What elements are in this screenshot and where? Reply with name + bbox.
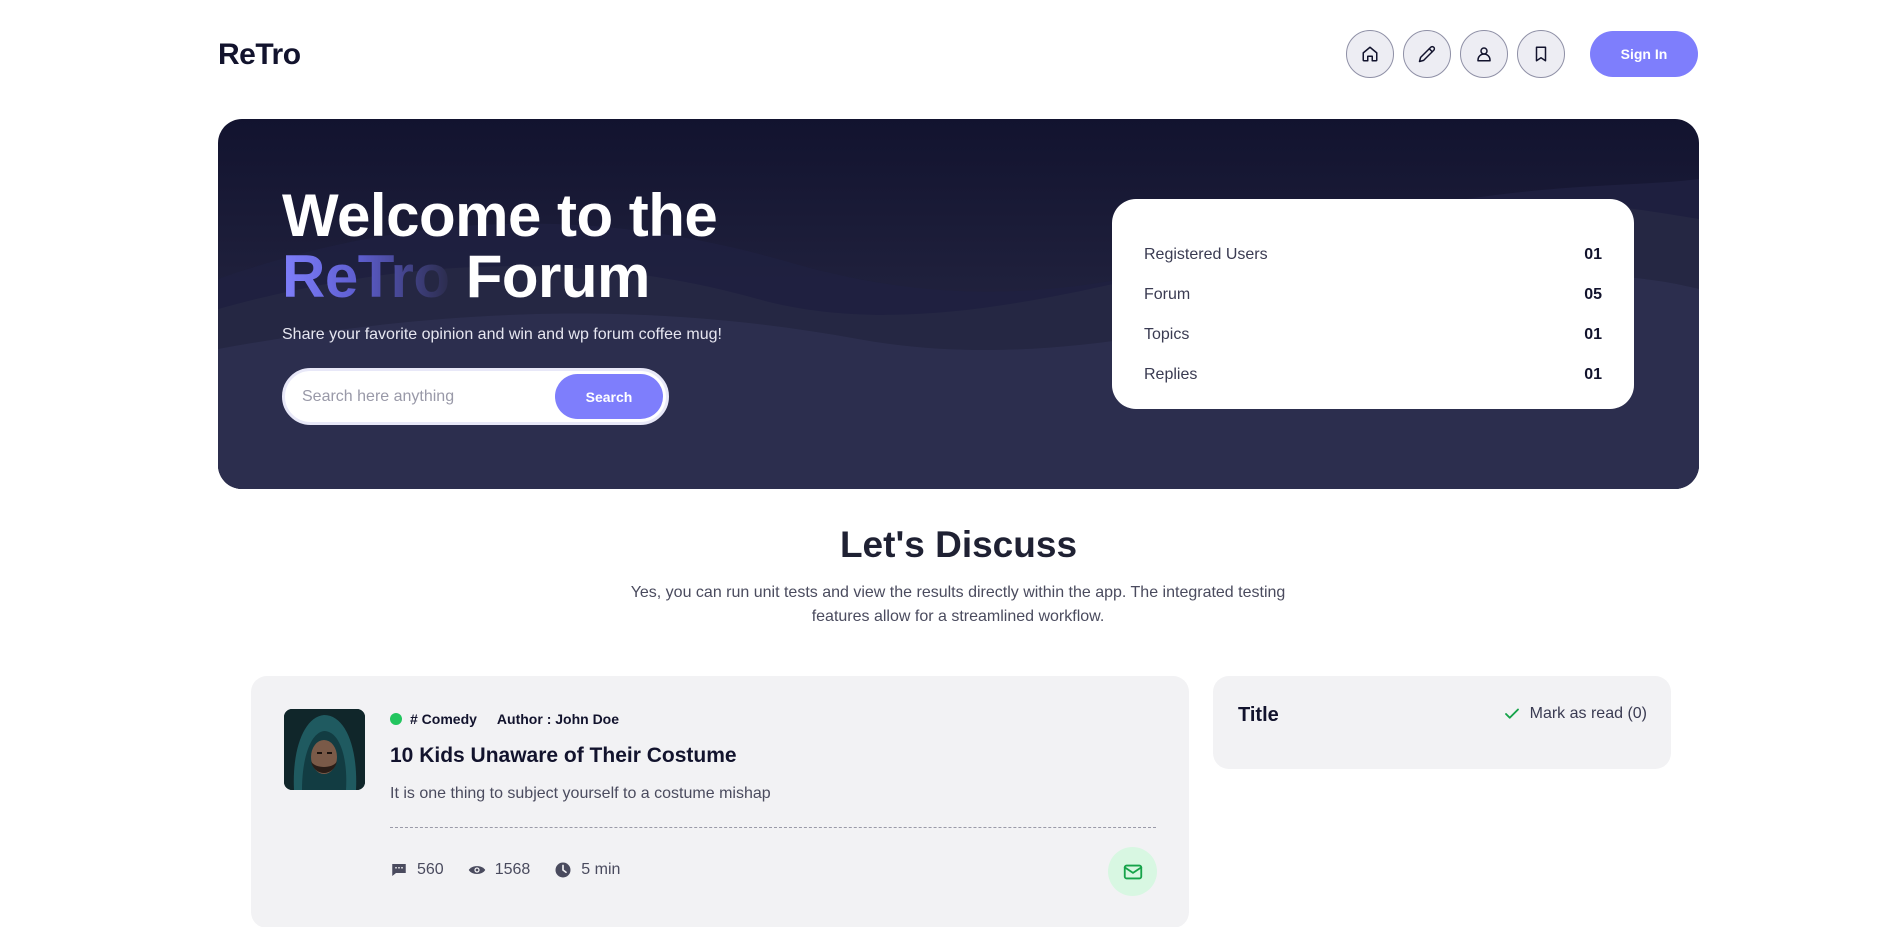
section-description: Yes, you can run unit tests and view the…	[630, 584, 1286, 625]
read-status-card: Title Mark as read (0)	[1213, 676, 1671, 769]
stat-label: Forum	[1144, 286, 1191, 303]
post-card[interactable]: # Comedy Author : John Doe 10 Kids Unawa…	[251, 676, 1189, 927]
search-input[interactable]	[302, 385, 542, 409]
write-button[interactable]	[1403, 30, 1451, 78]
post-stats: 560 1568 5 min	[390, 861, 644, 879]
page: ReTro Sign In Welcome to the ReTro Forum…	[0, 0, 1903, 927]
stat-row-registered-users: Registered Users 01	[1144, 235, 1602, 275]
view-count: 1568	[468, 861, 531, 879]
logo[interactable]: ReTro	[218, 38, 301, 72]
post-divider	[390, 827, 1156, 828]
online-status-dot	[390, 713, 402, 725]
bookmarks-button[interactable]	[1517, 30, 1565, 78]
stat-row-forum: Forum 05	[1144, 275, 1602, 315]
stat-value: 05	[1584, 286, 1602, 303]
mark-as-read-label: Mark as read (0)	[1529, 705, 1647, 722]
hero-title-rest: Forum	[465, 243, 651, 310]
header: ReTro Sign In	[218, 30, 1698, 78]
post-excerpt: It is one thing to subject yourself to a…	[390, 785, 771, 802]
check-icon	[1504, 708, 1519, 719]
hero-subtitle: Share your favorite opinion and win and …	[282, 326, 722, 343]
pencil-icon	[1418, 45, 1436, 63]
hero-title-line1: Welcome to the	[282, 182, 718, 249]
stat-value: 01	[1584, 246, 1602, 263]
comment-count: 560	[390, 861, 444, 879]
stat-value: 01	[1584, 326, 1602, 343]
stat-row-replies: Replies 01	[1144, 355, 1602, 395]
stat-row-topics: Topics 01	[1144, 315, 1602, 355]
stat-label: Replies	[1144, 366, 1198, 383]
side-card-title: Title	[1238, 704, 1279, 726]
message-button[interactable]	[1108, 847, 1157, 896]
post-author[interactable]: Author : John Doe	[497, 711, 619, 727]
bookmark-icon	[1535, 46, 1547, 62]
sign-in-button[interactable]: Sign In	[1590, 31, 1698, 77]
stat-label: Registered Users	[1144, 246, 1268, 263]
read-time: 5 min	[554, 861, 620, 879]
eye-icon	[468, 866, 485, 874]
search-box: Search	[282, 368, 669, 425]
post-category[interactable]: # Comedy	[410, 711, 477, 727]
hero-banner: Welcome to the ReTro Forum Share your fa…	[218, 119, 1699, 489]
section-title: Let's Discuss	[839, 524, 1078, 565]
read-time-value: 5 min	[581, 861, 621, 878]
mail-icon	[1123, 864, 1142, 879]
hero-title: Welcome to the ReTro Forum	[282, 182, 718, 310]
hero-title-brand: ReTro	[282, 243, 450, 310]
comment-icon	[392, 864, 406, 876]
author-avatar	[284, 709, 365, 790]
post-title[interactable]: 10 Kids Unaware of Their Costume	[390, 744, 737, 768]
post-meta: # Comedy Author : John Doe	[390, 711, 619, 727]
search-button[interactable]: Search	[555, 374, 663, 419]
profile-button[interactable]	[1460, 30, 1508, 78]
stat-value: 01	[1584, 366, 1602, 383]
hooded-person-image	[284, 709, 365, 790]
comment-count-value: 560	[417, 861, 444, 878]
forum-stats-card: Registered Users 01 Forum 05 Topics 01 R…	[1112, 199, 1634, 409]
home-button[interactable]	[1346, 30, 1394, 78]
mark-as-read-button[interactable]: Mark as read (0)	[1503, 705, 1647, 723]
home-icon	[1362, 46, 1378, 62]
clock-icon	[555, 862, 571, 878]
view-count-value: 1568	[494, 861, 531, 878]
user-icon	[1477, 47, 1491, 62]
nav-icons	[1346, 30, 1565, 78]
stat-label: Topics	[1144, 326, 1190, 343]
